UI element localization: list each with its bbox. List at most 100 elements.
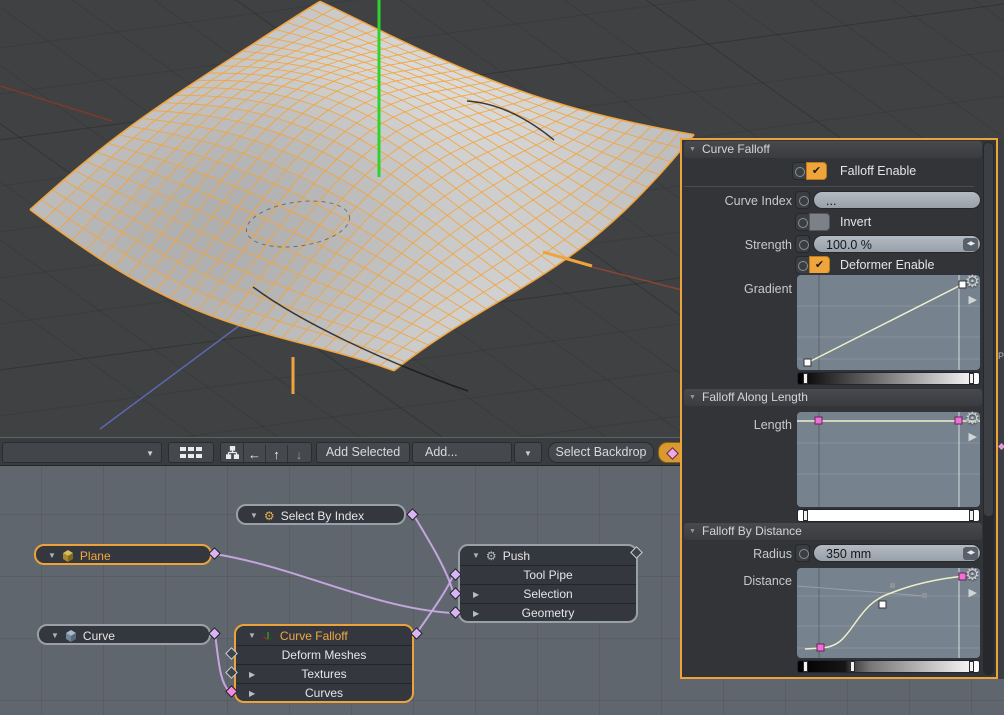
curve-index-label: Curve Index <box>682 194 792 208</box>
node-row-textures[interactable]: ▶Textures <box>236 664 412 683</box>
expand-arrow-icon[interactable]: ▶ <box>473 590 479 599</box>
curve-index-field[interactable]: ... <box>813 191 981 209</box>
section-header-falloff-along-length[interactable]: ▼ Falloff Along Length <box>684 389 982 406</box>
gradient-handle[interactable] <box>969 661 974 672</box>
expand-arrow-icon[interactable]: ▶ <box>969 293 977 306</box>
node-curve[interactable]: ▼ Curve <box>37 624 211 645</box>
distance-curve-editor[interactable]: ⚙ ▶ <box>795 566 982 675</box>
channel-circle-button[interactable] <box>795 191 810 209</box>
falloff-enable-checkbox[interactable]: ✔ <box>792 162 827 180</box>
gradient-label: Gradient <box>682 282 792 296</box>
gear-icon[interactable]: ⚙ <box>965 409 980 429</box>
checkbox-box[interactable] <box>809 213 830 231</box>
node-curve-falloff[interactable]: ▼ Curve Falloff Deform Meshes ▶Textures … <box>234 624 414 703</box>
gradient-bar[interactable] <box>797 372 980 385</box>
channel-circle-button[interactable] <box>795 544 810 562</box>
distance-curve <box>797 568 980 658</box>
chevron-down-icon: ▼ <box>146 444 154 463</box>
channel-circle-icon <box>795 213 809 231</box>
mesh-item-icon <box>62 550 74 562</box>
length-gradient-bar[interactable] <box>797 509 980 522</box>
gear-icon[interactable]: ⚙ <box>965 272 980 292</box>
expand-arrow-icon[interactable]: ▶ <box>249 670 255 679</box>
strength-field[interactable]: 100.0 % ◀▶ <box>813 235 981 253</box>
distance-gradient-bar[interactable] <box>797 660 980 673</box>
distance-label: Distance <box>682 574 792 588</box>
node-row-curves[interactable]: ▶Curves <box>236 683 412 702</box>
section-header-falloff-by-distance[interactable]: ▼ Falloff By Distance <box>684 523 982 540</box>
expand-arrow-icon[interactable]: ▶ <box>969 586 977 599</box>
gear-icon: ⚙ <box>264 510 275 522</box>
section-header-curve-falloff[interactable]: ▼ Curve Falloff <box>684 141 982 158</box>
row-label: Tool Pipe <box>523 568 572 582</box>
node-push[interactable]: ▼ ⚙ Push Tool Pipe ▶Selection ▶Geometry <box>458 544 638 623</box>
node-row-tool-pipe[interactable]: Tool Pipe <box>460 565 636 584</box>
gradient-handle[interactable] <box>969 373 974 384</box>
radius-field[interactable]: 350 mm ◀▶ <box>813 544 981 562</box>
invert-label: Invert <box>840 215 871 229</box>
deformer-enable-checkbox[interactable]: ✔ <box>795 256 830 274</box>
expand-arrow-icon[interactable]: ▶ <box>249 689 255 698</box>
add-dropdown-button[interactable]: ▼ <box>514 442 542 463</box>
node-label: Select By Index <box>281 509 364 523</box>
diamond-icon <box>666 447 679 460</box>
node-label: Push <box>503 549 530 563</box>
mesh-item-icon <box>65 630 77 642</box>
section-title: Falloff Along Length <box>702 390 808 404</box>
scrollbar-thumb[interactable] <box>984 143 993 516</box>
invert-checkbox[interactable] <box>795 213 830 231</box>
section-title: Curve Falloff <box>702 142 770 156</box>
node-row-deform-meshes[interactable]: Deform Meshes <box>236 645 412 664</box>
node-label: Plane <box>80 549 111 563</box>
hierarchy-tree-button[interactable] <box>222 443 244 464</box>
gradient-curve-editor[interactable]: ⚙ ▶ <box>795 273 982 387</box>
node-label: Curve <box>83 629 115 643</box>
checkbox-check[interactable]: ✔ <box>806 162 827 180</box>
row-label: Deform Meshes <box>282 648 367 662</box>
gradient-handle[interactable] <box>803 661 808 672</box>
grid-layout-icon <box>180 446 202 459</box>
layout-view-button[interactable] <box>168 442 214 463</box>
chevron-down-icon: ▼ <box>689 146 696 153</box>
chevron-down-icon: ▼ <box>248 632 256 640</box>
gradient-handle[interactable] <box>803 510 808 521</box>
divider <box>684 186 974 187</box>
mini-slider-icon[interactable]: ◀▶ <box>963 547 978 560</box>
gradient-handle[interactable] <box>803 373 808 384</box>
add-button[interactable]: Add... <box>412 442 512 463</box>
node-row-selection[interactable]: ▶Selection <box>460 584 636 603</box>
nav-down-button[interactable]: ↓ <box>288 445 310 464</box>
chevron-down-icon: ▼ <box>48 552 56 560</box>
node-select-by-index[interactable]: ▼ ⚙ Select By Index <box>236 504 406 525</box>
gradient-handle[interactable] <box>850 661 855 672</box>
schematic-workspace-dropdown[interactable]: ▼ <box>2 442 162 463</box>
falloff-enable-label: Falloff Enable <box>840 164 916 178</box>
expand-arrow-icon[interactable]: ▶ <box>969 430 977 443</box>
panel-scrollbar[interactable] <box>983 142 994 675</box>
chevron-down-icon: ▼ <box>250 512 258 520</box>
gradient-handle[interactable] <box>969 510 974 521</box>
strip-label: P <box>998 351 1004 361</box>
node-plane[interactable]: ▼ Plane <box>34 544 212 565</box>
radius-label: Radius <box>682 547 792 561</box>
diamond-icon <box>998 443 1004 450</box>
nav-up-button[interactable]: ↑ <box>266 445 288 464</box>
right-edge-panel-strip: P <box>998 138 1004 679</box>
channel-circle-button[interactable] <box>795 235 810 253</box>
gradient-curve <box>797 275 980 370</box>
expand-arrow-icon[interactable]: ▶ <box>473 609 479 618</box>
node-row-geometry[interactable]: ▶Geometry <box>460 603 636 622</box>
length-curve-editor[interactable]: ⚙ ▶ <box>795 410 982 524</box>
add-selected-button[interactable]: Add Selected <box>316 442 410 463</box>
application-window: ▼ ←↑↓ Add Selected Add... ▼ S <box>0 0 1004 715</box>
gear-icon[interactable]: ⚙ <box>965 565 980 585</box>
chevron-down-icon: ▼ <box>524 449 532 458</box>
curve-index-value: ... <box>826 194 836 208</box>
strength-value: 100.0 % <box>826 238 872 252</box>
select-backdrop-button[interactable]: Select Backdrop <box>548 442 654 463</box>
hierarchy-icon <box>226 446 239 459</box>
node-label: Curve Falloff <box>280 629 348 643</box>
checkbox-check[interactable]: ✔ <box>809 256 830 274</box>
nav-back-button[interactable]: ← <box>244 445 266 464</box>
mini-slider-icon[interactable]: ◀▶ <box>963 238 978 251</box>
